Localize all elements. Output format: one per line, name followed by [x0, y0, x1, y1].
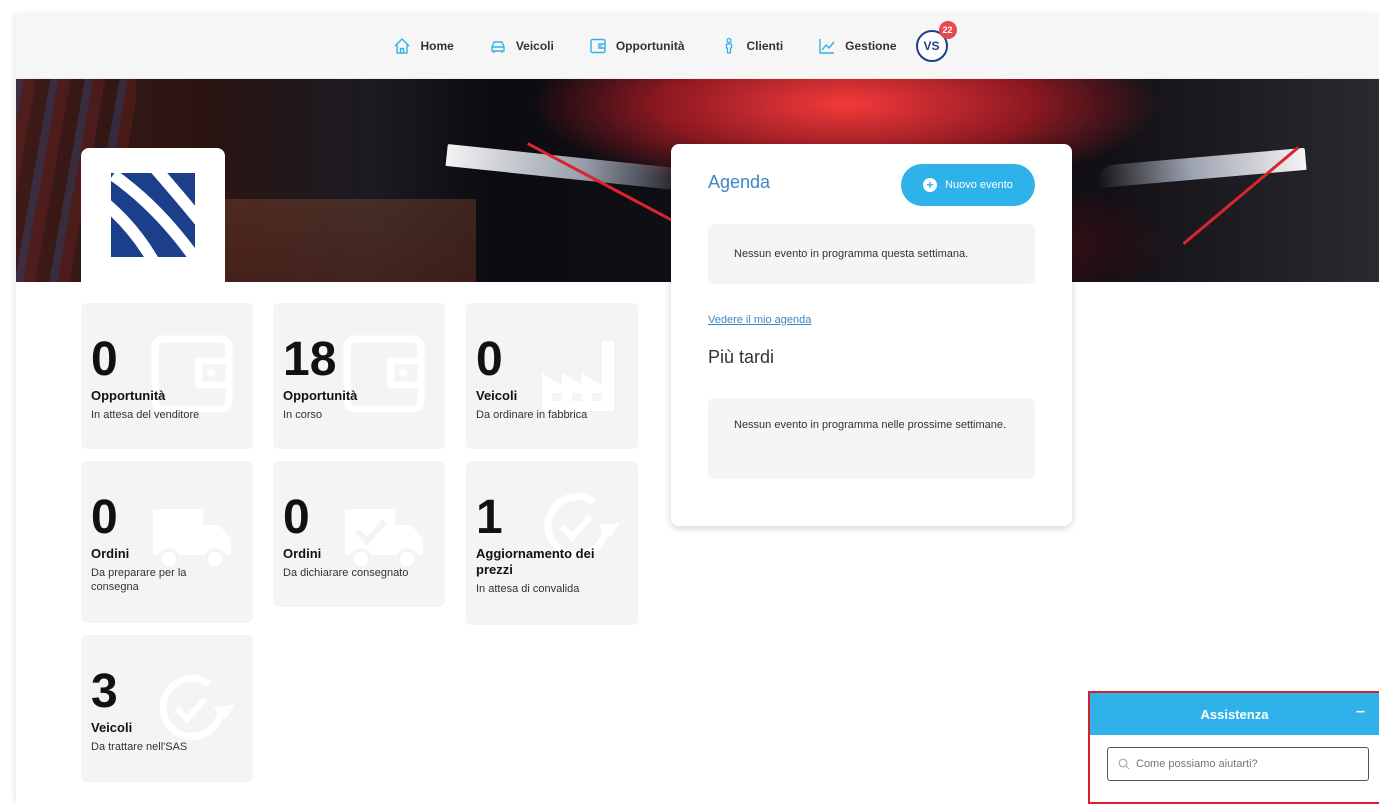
tile-title: Aggiornamento dei prezzi: [476, 546, 595, 577]
nav-label-veicoli: Veicoli: [515, 39, 554, 53]
tile-ordini-preparare[interactable]: 0 Ordini Da preparare per la consegna: [81, 461, 253, 623]
nav-item-gestione[interactable]: Gestione: [817, 36, 897, 56]
page-frame: Home Veicoli Opportunità Clienti Gestion…: [16, 14, 1379, 804]
tile-number: 0: [283, 491, 310, 544]
nav-item-clienti[interactable]: Clienti: [719, 36, 784, 56]
tile-title: Ordini: [283, 546, 322, 561]
nav-label-opportunita: Opportunità: [615, 39, 685, 53]
chart-line-icon: [819, 39, 835, 54]
assistance-widget: Assistenza –: [1088, 691, 1379, 804]
agenda-card: Agenda + Nuovo evento Nessun evento in p…: [671, 144, 1072, 526]
wallet-icon: [590, 38, 606, 54]
empty-later-box: Nessun evento in programma nelle prossim…: [708, 398, 1035, 479]
tile-subtitle: In corso: [283, 409, 323, 421]
tile-subtitle: Da preparare per la consegna: [91, 567, 187, 593]
tile-ordini-consegnato[interactable]: 0 Ordini Da dichiarare consegnato: [273, 461, 445, 607]
tile-number: 0: [476, 333, 503, 386]
nav-label-home: Home: [420, 39, 454, 53]
empty-later-text: Nessun evento in programma nelle prossim…: [734, 419, 1007, 431]
minimize-button[interactable]: –: [1356, 703, 1365, 721]
nav-label-gestione: Gestione: [845, 39, 897, 53]
avatar-initials: VS: [923, 39, 940, 53]
notification-badge: 22: [938, 21, 957, 39]
plus-icon: +: [923, 178, 938, 192]
tile-number: 1: [476, 491, 503, 544]
tile-title: Veicoli: [91, 720, 133, 735]
tile-title: Opportunità: [91, 388, 166, 403]
empty-week-box: Nessun evento in programma questa settim…: [708, 224, 1035, 284]
assistance-title: Assistenza: [1200, 706, 1269, 722]
tile-aggiornamento-prezzi[interactable]: 1 Aggiornamento dei prezzi In attesa di …: [466, 461, 638, 625]
tile-opportunita-attesa[interactable]: 0 Opportunità In attesa del venditore: [81, 303, 253, 449]
person-icon: [725, 37, 732, 54]
car-icon: [491, 41, 505, 53]
nav-item-veicoli[interactable]: Veicoli: [488, 36, 554, 56]
tile-title: Ordini: [91, 546, 130, 561]
new-event-label: Nuovo evento: [945, 179, 1013, 191]
tile-subtitle: Da dichiarare consegnato: [283, 567, 409, 579]
tile-number: 0: [91, 491, 118, 544]
tile-subtitle: In attesa di convalida: [476, 583, 580, 595]
tile-opportunita-corso[interactable]: 18 Opportunità In corso: [273, 303, 445, 449]
nav-label-clienti: Clienti: [746, 39, 784, 53]
agenda-title: Agenda: [708, 172, 771, 192]
tile-number: 3: [91, 665, 118, 718]
empty-week-text: Nessun evento in programma questa settim…: [734, 248, 969, 260]
new-event-button[interactable]: + Nuovo evento: [901, 164, 1035, 206]
tile-number: 18: [283, 333, 337, 386]
tile-number: 0: [91, 333, 118, 386]
top-navigation: Home Veicoli Opportunità Clienti Gestion…: [16, 14, 1379, 79]
later-title: Più tardi: [708, 347, 775, 367]
assistance-search-input[interactable]: [1136, 758, 1346, 770]
my-agenda-link[interactable]: Vedere il mio agenda: [708, 314, 811, 326]
brand-logo-card: [81, 148, 225, 282]
tile-subtitle: Da ordinare in fabbrica: [476, 409, 588, 421]
home-icon: [394, 38, 410, 54]
nav-item-opportunita[interactable]: Opportunità: [588, 36, 685, 56]
tile-title: Opportunità: [283, 388, 358, 403]
brand-logo: [111, 173, 195, 257]
tile-subtitle: In attesa del venditore: [91, 409, 200, 421]
user-avatar[interactable]: VS 22: [915, 21, 957, 62]
tile-veicoli-fabbrica[interactable]: 0 Veicoli Da ordinare in fabbrica: [466, 303, 638, 449]
search-icon: [1118, 758, 1130, 770]
tile-subtitle: Da trattare nell'SAS: [91, 741, 188, 753]
tile-veicoli-sas[interactable]: 3 Veicoli Da trattare nell'SAS: [81, 635, 253, 782]
assistance-search-box[interactable]: [1107, 747, 1369, 781]
assistance-header[interactable]: Assistenza –: [1090, 693, 1379, 735]
tile-title: Veicoli: [476, 388, 518, 403]
nav-item-home[interactable]: Home: [392, 36, 454, 56]
